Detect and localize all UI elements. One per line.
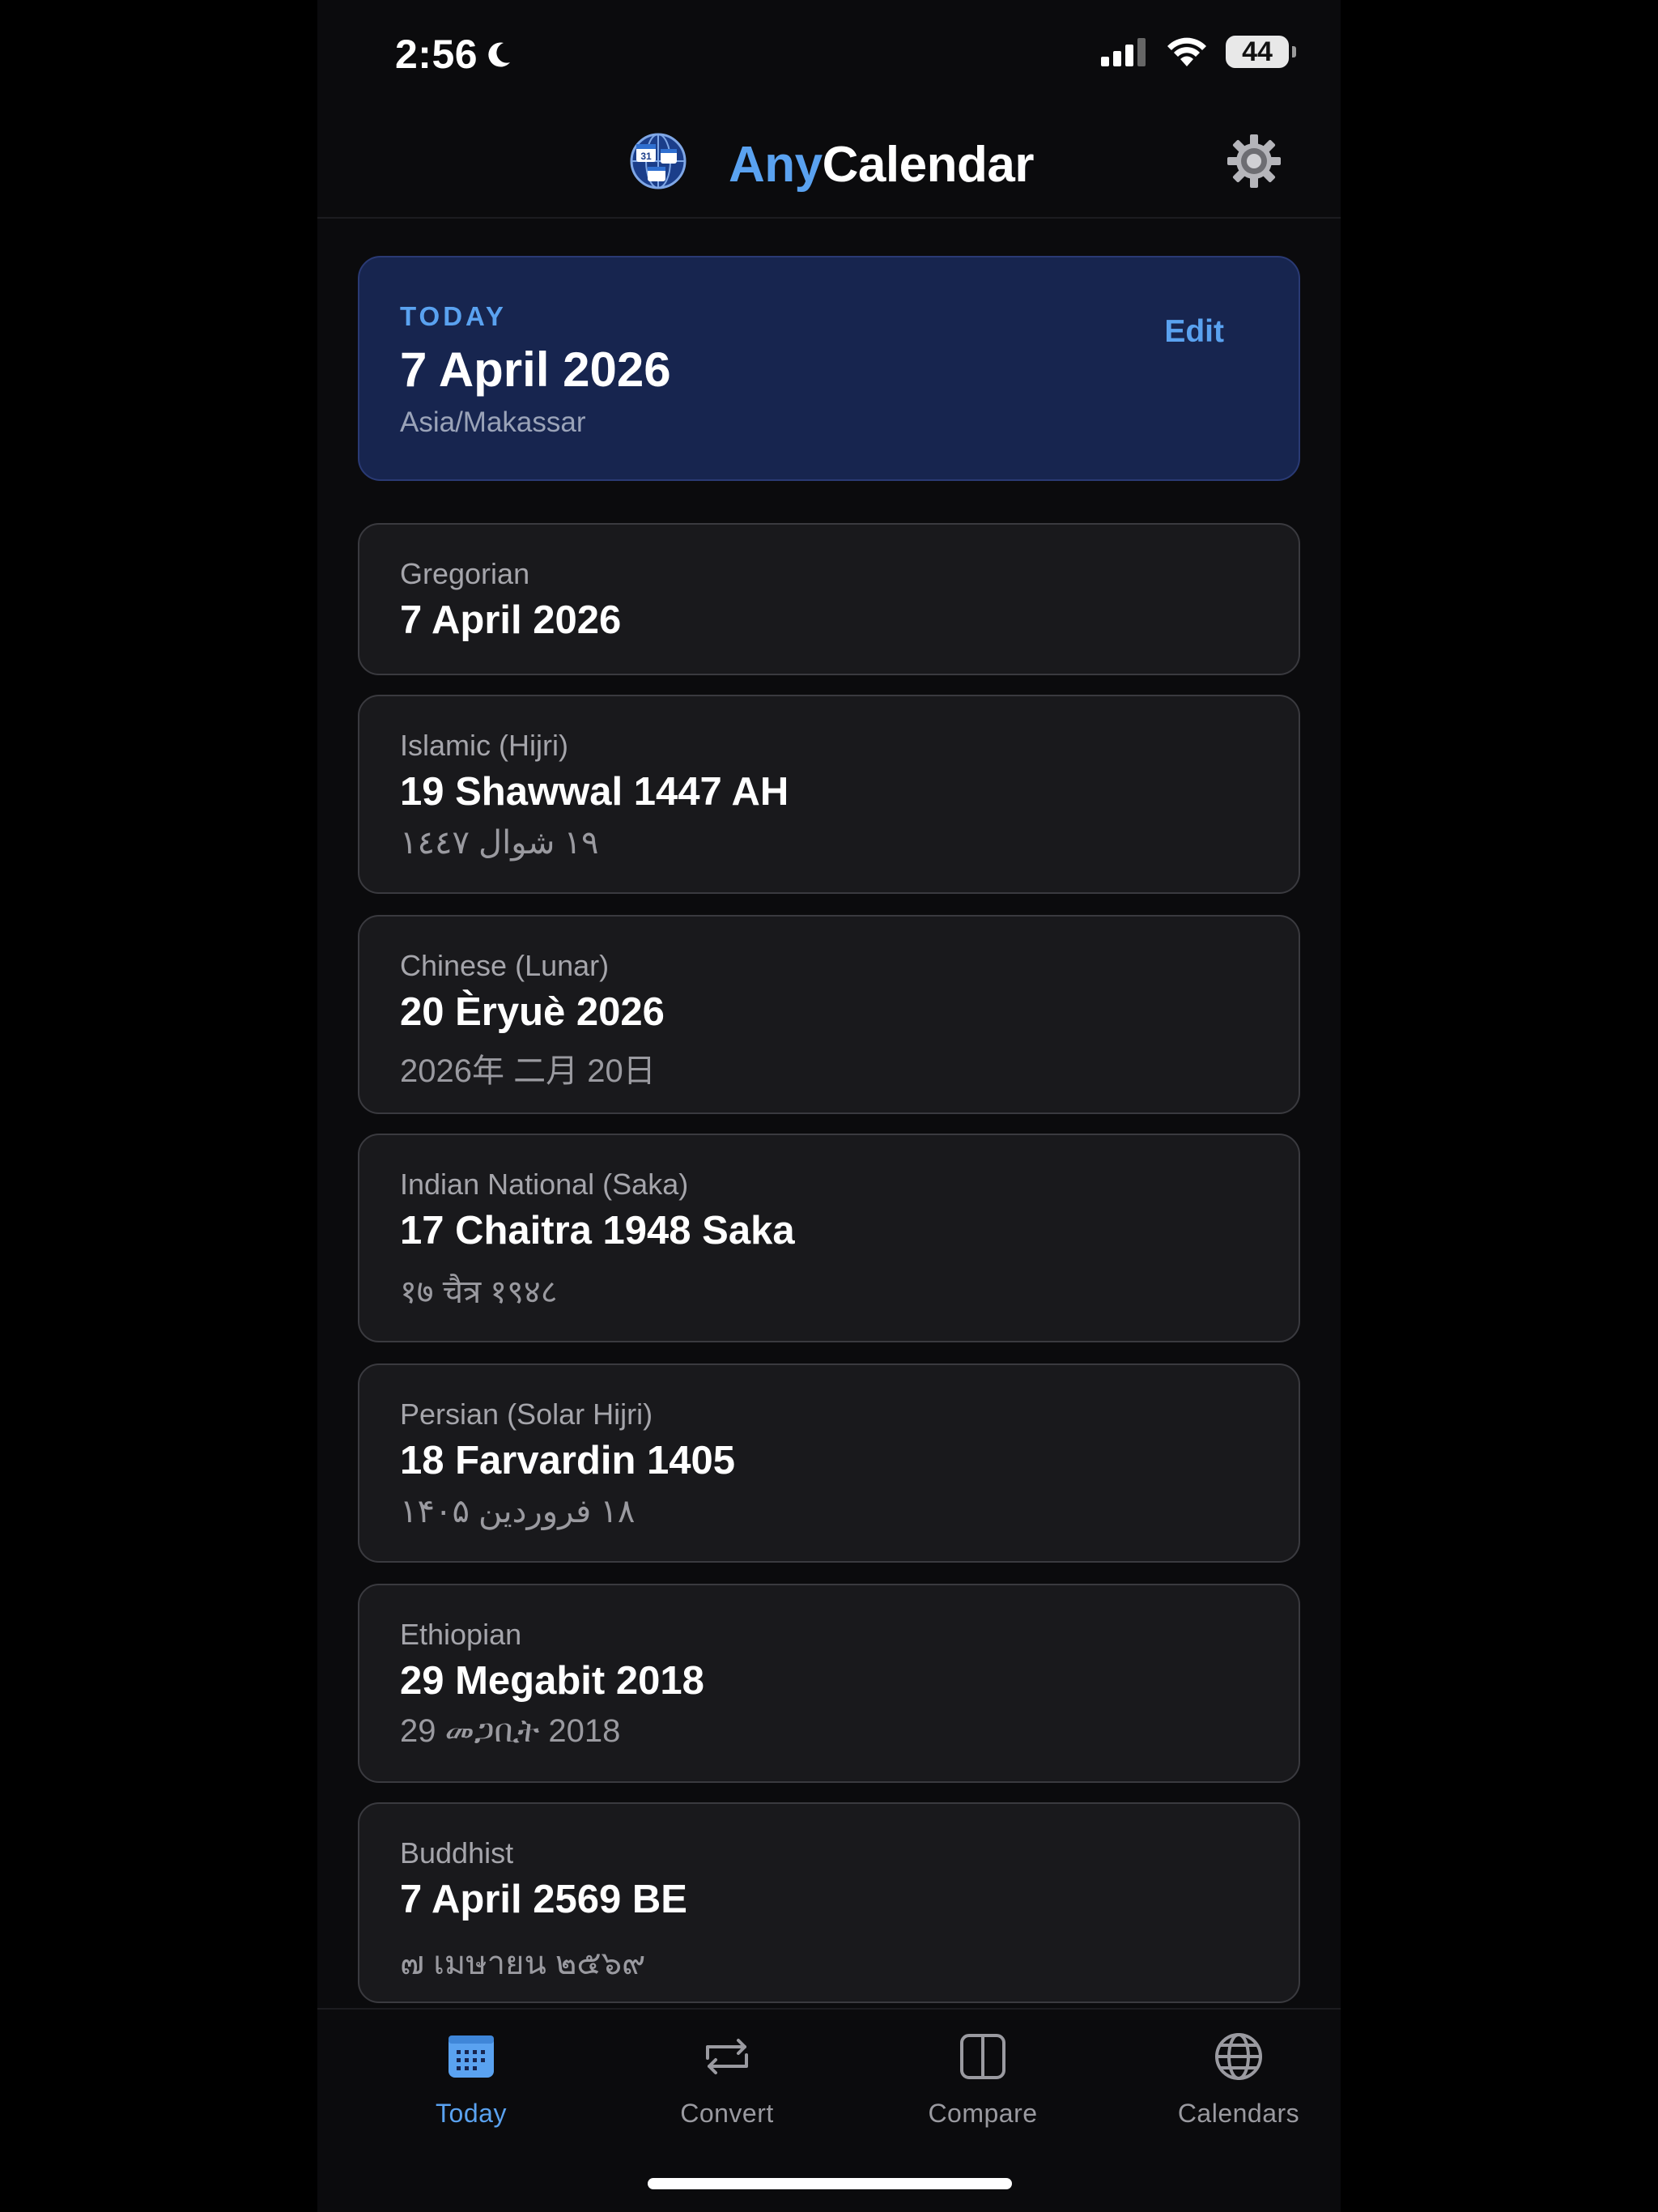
tab-label: Calendars [1177, 2099, 1300, 2128]
calendar-card-persian[interactable]: Persian (Solar Hijri) 18 Farvardin 1405 … [358, 1363, 1300, 1563]
edit-button[interactable]: Edit [1164, 314, 1224, 350]
moon-icon [488, 42, 511, 67]
tab-label: Compare [928, 2099, 1038, 2128]
tab-compare[interactable]: Compare [886, 2031, 1080, 2152]
calendar-card-ethiopian[interactable]: Ethiopian 29 Megabit 2018 29 መጋቢት 2018 [358, 1584, 1300, 1783]
calendar-date: 7 April 2026 [400, 598, 622, 642]
calendar-date: 19 Shawwal 1447 AH [400, 770, 789, 814]
calendar-name: Buddhist [400, 1836, 514, 1870]
app-logo-icon: 31 [630, 133, 687, 189]
calendar-card-chinese[interactable]: Chinese (Lunar) 20 Èryuè 2026 2026年 二月 2… [358, 915, 1300, 1114]
tab-today[interactable]: Today [374, 2031, 568, 2152]
settings-button[interactable] [1226, 133, 1282, 189]
status-icons: 44 [1101, 36, 1296, 68]
cellular-signal-icon [1101, 38, 1146, 66]
calendar-card-islamic[interactable]: Islamic (Hijri) 19 Shawwal 1447 AH ١٩ شو… [358, 695, 1300, 894]
calendar-name: Persian (Solar Hijri) [400, 1397, 653, 1431]
calendar-native-date: ۱۸ فروردین ۱۴۰۵ [400, 1494, 636, 1529]
tab-convert[interactable]: Convert [630, 2031, 824, 2152]
today-label: TODAY [400, 301, 507, 331]
app-header: 31 AnyCalendar [317, 113, 1341, 219]
battery-icon: 44 [1226, 36, 1296, 68]
calendar-card-buddhist[interactable]: Buddhist 7 April 2569 BE ๗ เมษายน ๒๕๖๙ [358, 1802, 1300, 2003]
app-screen: 2:56 44 31 AnyCalendar TODAY 7 April 202… [317, 0, 1341, 2212]
calendar-name: Gregorian [400, 557, 530, 590]
calendar-grid-icon [449, 2035, 494, 2078]
app-title-rest: Calendar [822, 137, 1035, 193]
calendar-native-date: 29 መጋቢት 2018 [400, 1713, 621, 1749]
calendar-name: Ethiopian [400, 1618, 522, 1651]
app-title: AnyCalendar [729, 136, 1034, 194]
svg-text:31: 31 [640, 151, 652, 162]
status-time-text: 2:56 [395, 32, 478, 77]
globe-icon [1215, 2033, 1262, 2080]
calendar-date: 20 Èryuè 2026 [400, 990, 665, 1034]
wifi-icon [1167, 37, 1206, 66]
today-timezone: Asia/Makassar [400, 406, 586, 438]
calendar-card-gregorian[interactable]: Gregorian 7 April 2026 [358, 523, 1300, 675]
calendar-native-date: १७ चैत्र १९४८ [400, 1274, 558, 1310]
today-card: TODAY 7 April 2026 Asia/Makassar Edit [358, 256, 1300, 481]
tab-label: Today [436, 2099, 507, 2128]
calendar-name: Indian National (Saka) [400, 1168, 689, 1201]
app-title-accent: Any [729, 137, 823, 193]
tab-calendars[interactable]: Calendars [1141, 2031, 1336, 2152]
status-bar: 2:56 44 [317, 0, 1341, 113]
split-panel-icon [960, 2034, 1005, 2079]
calendar-native-date: ١٩ شوال ١٤٤٧ [400, 825, 599, 861]
battery-level: 44 [1242, 36, 1273, 67]
calendar-name: Islamic (Hijri) [400, 729, 568, 762]
calendar-card-indian-saka[interactable]: Indian National (Saka) 17 Chaitra 1948 S… [358, 1134, 1300, 1342]
convert-arrows-icon [706, 2039, 748, 2074]
today-content[interactable]: TODAY 7 April 2026 Asia/Makassar Edit Gr… [317, 220, 1341, 2008]
calendar-native-date: 2026年 二月 20日 [400, 1053, 656, 1089]
calendar-date: 17 Chaitra 1948 Saka [400, 1209, 795, 1253]
tab-label: Convert [680, 2099, 774, 2128]
status-time: 2:56 [395, 31, 515, 78]
gear-icon [1227, 134, 1281, 188]
calendar-native-date: ๗ เมษายน ๒๕๖๙ [400, 1946, 646, 1981]
calendar-date: 18 Farvardin 1405 [400, 1439, 736, 1482]
calendar-name: Chinese (Lunar) [400, 949, 610, 982]
home-indicator[interactable] [648, 2178, 1012, 2189]
today-date: 7 April 2026 [400, 342, 671, 397]
calendar-date: 7 April 2569 BE [400, 1878, 687, 1921]
calendar-date: 29 Megabit 2018 [400, 1659, 704, 1703]
